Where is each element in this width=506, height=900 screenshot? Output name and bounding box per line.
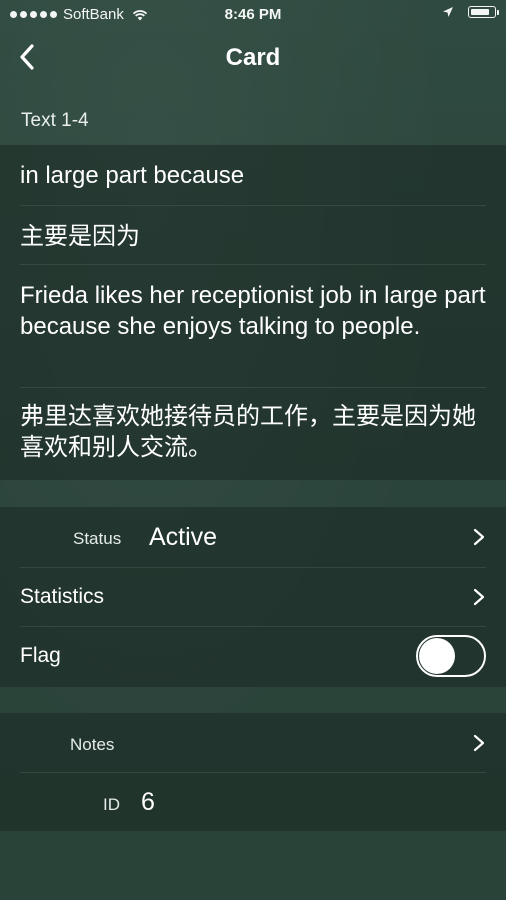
meta-group: Notes ID 6 (0, 713, 506, 831)
text-4: 弗里达喜欢她接待员的工作，主要是因为她喜欢和别人交流。 (20, 403, 476, 461)
section-header: Text 1-4 (21, 110, 89, 131)
location-arrow-icon (443, 7, 453, 17)
status-bar-right (442, 6, 499, 18)
status-value: Active (149, 523, 218, 551)
flag-label: Flag (20, 644, 61, 667)
status-time: 8:46 PM (224, 6, 282, 23)
notes-row[interactable]: Notes (20, 713, 486, 773)
details-group: Status Active Statistics Flag (0, 507, 506, 687)
navigation-bar: Card (0, 30, 506, 86)
chevron-right-icon (473, 588, 485, 606)
id-row: ID 6 (20, 773, 486, 831)
page-title: Card (225, 44, 281, 71)
text-group: in large part because 主要是因为 Frieda likes… (0, 145, 506, 480)
id-label: ID (103, 795, 120, 814)
statistics-label: Statistics (20, 585, 105, 608)
status-label: Status (73, 529, 122, 548)
flag-row: Flag (20, 627, 486, 687)
chevron-right-icon (473, 734, 485, 751)
text-2: 主要是因为 (20, 223, 140, 250)
id-value: 6 (141, 788, 155, 816)
chevron-right-icon (473, 528, 485, 546)
status-row[interactable]: Status Active (20, 507, 486, 568)
flag-toggle[interactable] (416, 635, 486, 677)
toggle-knob (419, 638, 455, 674)
text-row-4[interactable]: 弗里达喜欢她接待员的工作，主要是因为她喜欢和别人交流。 (20, 388, 486, 480)
text-row-1[interactable]: in large part because (20, 145, 486, 206)
text-3: Frieda likes her receptionist job in lar… (20, 282, 486, 340)
notes-label: Notes (70, 735, 115, 754)
battery-icon (468, 6, 499, 18)
text-row-2[interactable]: 主要是因为 (20, 206, 486, 265)
statistics-row[interactable]: Statistics (20, 568, 486, 627)
status-bar: SoftBank 8:46 PM (0, 0, 506, 30)
text-row-3[interactable]: Frieda likes her receptionist job in lar… (20, 265, 486, 388)
text-1: in large part because (20, 162, 245, 189)
